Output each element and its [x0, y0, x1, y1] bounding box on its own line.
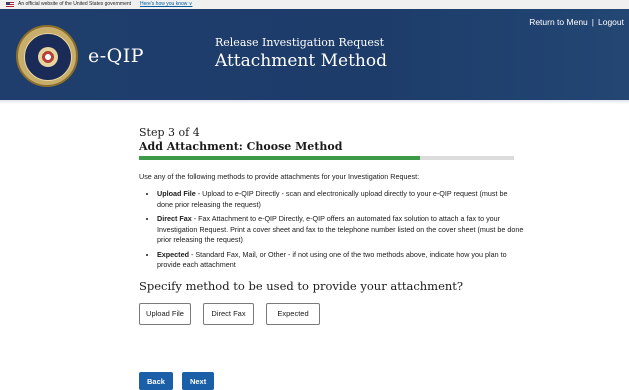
progress-bar — [139, 156, 514, 160]
step-title: Add Attachment: Choose Method — [139, 140, 343, 153]
back-button[interactable]: Back — [139, 372, 173, 390]
header-divider — [0, 100, 629, 104]
navigation-buttons: Back Next — [139, 372, 215, 390]
method-description: - Fax Attachment to e-QIP Directly, e-QI… — [157, 214, 524, 244]
logout-link[interactable]: Logout — [598, 17, 624, 27]
expected-button[interactable]: Expected — [266, 302, 320, 325]
method-name: Expected — [157, 249, 189, 259]
page-subtitle: Release Investigation Request — [215, 36, 385, 49]
intro-text: Use any of the following methods to prov… — [139, 172, 420, 181]
next-button[interactable]: Next — [181, 372, 215, 390]
direct-fax-button[interactable]: Direct Fax — [203, 302, 254, 325]
page-heading: Release Investigation Request Attachment… — [215, 36, 387, 71]
list-item: Upload File - Upload to e-QIP Directly -… — [157, 189, 524, 210]
seal-emblem-icon — [38, 47, 58, 67]
progress-bar-fill — [139, 156, 421, 160]
method-name: Direct Fax — [157, 214, 192, 223]
upload-file-button[interactable]: Upload File — [139, 302, 191, 325]
list-item: Direct Fax - Fax Attachment to e-QIP Dir… — [157, 214, 524, 246]
header-links: Return to Menu | Logout — [529, 17, 624, 27]
opm-seal-logo — [16, 25, 78, 87]
method-name: Upload File — [157, 189, 196, 198]
site-header: Return to Menu | Logout e-QIP Release Inve… — [0, 9, 629, 100]
gov-banner: An official website of the United States… — [0, 0, 629, 9]
return-to-menu-link[interactable]: Return to Menu — [529, 17, 588, 27]
link-separator: | — [591, 17, 594, 27]
method-question: Specify method to be used to provide you… — [139, 278, 464, 293]
page-title: Attachment Method — [215, 51, 387, 71]
heres-how-you-know-link[interactable]: Here's how you know ∨ — [140, 0, 192, 9]
gov-banner-text: An official website of the United States… — [18, 1, 132, 7]
us-flag-icon — [6, 2, 14, 7]
method-description: - Standard Fax, Mail, or Other - if not … — [157, 249, 507, 270]
main-content: Step 3 of 4 Add Attachment: Choose Metho… — [139, 126, 524, 325]
seal-inner — [24, 33, 72, 81]
methods-list: Upload File - Upload to e-QIP Directly -… — [139, 189, 524, 271]
list-item: Expected - Standard Fax, Mail, or Other … — [157, 250, 524, 271]
brand-name: e-QIP — [88, 45, 145, 67]
method-description: - Upload to e-QIP Directly - scan and el… — [157, 189, 508, 209]
step-number: Step 3 of 4 — [139, 126, 200, 139]
method-button-group: Upload File Direct Fax Expected — [139, 302, 524, 325]
